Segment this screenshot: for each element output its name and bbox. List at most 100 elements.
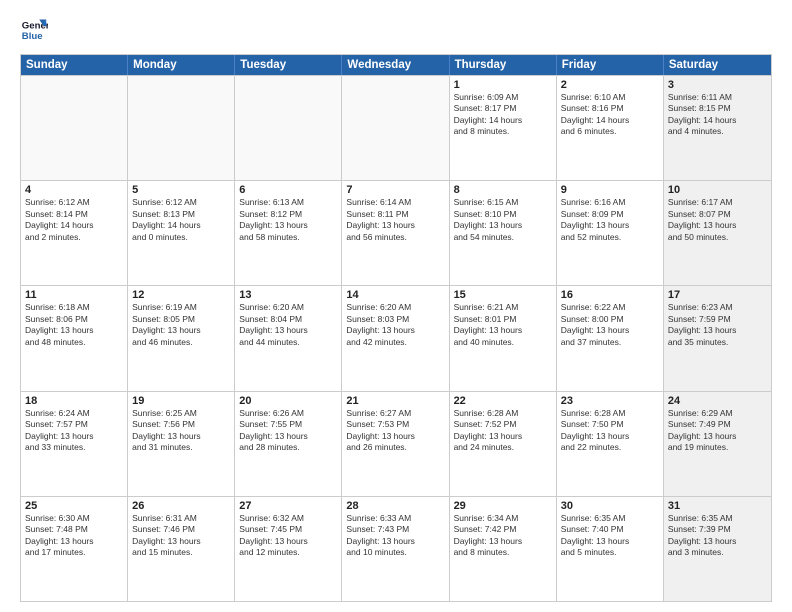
day-number: 6 [239, 184, 337, 196]
day-cell-13: 13Sunrise: 6:20 AM Sunset: 8:04 PM Dayli… [235, 286, 342, 390]
day-cell-7: 7Sunrise: 6:14 AM Sunset: 8:11 PM Daylig… [342, 181, 449, 285]
day-number: 17 [668, 289, 767, 301]
empty-cell [342, 76, 449, 180]
empty-cell [128, 76, 235, 180]
day-header-wednesday: Wednesday [342, 55, 449, 75]
day-number: 4 [25, 184, 123, 196]
svg-text:Blue: Blue [22, 31, 43, 42]
calendar: SundayMondayTuesdayWednesdayThursdayFrid… [20, 54, 772, 602]
day-number: 9 [561, 184, 659, 196]
day-header-sunday: Sunday [21, 55, 128, 75]
day-info: Sunrise: 6:26 AM Sunset: 7:55 PM Dayligh… [239, 408, 337, 454]
day-number: 7 [346, 184, 444, 196]
day-info: Sunrise: 6:19 AM Sunset: 8:05 PM Dayligh… [132, 302, 230, 348]
day-info: Sunrise: 6:20 AM Sunset: 8:03 PM Dayligh… [346, 302, 444, 348]
day-cell-19: 19Sunrise: 6:25 AM Sunset: 7:56 PM Dayli… [128, 392, 235, 496]
header: General Blue [20, 16, 772, 44]
day-info: Sunrise: 6:27 AM Sunset: 7:53 PM Dayligh… [346, 408, 444, 454]
day-info: Sunrise: 6:22 AM Sunset: 8:00 PM Dayligh… [561, 302, 659, 348]
day-number: 25 [25, 500, 123, 512]
logo: General Blue [20, 16, 52, 44]
empty-cell [235, 76, 342, 180]
day-info: Sunrise: 6:24 AM Sunset: 7:57 PM Dayligh… [25, 408, 123, 454]
day-number: 8 [454, 184, 552, 196]
day-cell-20: 20Sunrise: 6:26 AM Sunset: 7:55 PM Dayli… [235, 392, 342, 496]
day-cell-22: 22Sunrise: 6:28 AM Sunset: 7:52 PM Dayli… [450, 392, 557, 496]
day-number: 15 [454, 289, 552, 301]
empty-cell [21, 76, 128, 180]
day-cell-23: 23Sunrise: 6:28 AM Sunset: 7:50 PM Dayli… [557, 392, 664, 496]
day-header-tuesday: Tuesday [235, 55, 342, 75]
day-number: 16 [561, 289, 659, 301]
day-info: Sunrise: 6:17 AM Sunset: 8:07 PM Dayligh… [668, 197, 767, 243]
day-number: 1 [454, 79, 552, 91]
day-number: 11 [25, 289, 123, 301]
day-info: Sunrise: 6:28 AM Sunset: 7:52 PM Dayligh… [454, 408, 552, 454]
day-cell-1: 1Sunrise: 6:09 AM Sunset: 8:17 PM Daylig… [450, 76, 557, 180]
week-row-2: 4Sunrise: 6:12 AM Sunset: 8:14 PM Daylig… [21, 180, 771, 285]
day-number: 28 [346, 500, 444, 512]
day-cell-14: 14Sunrise: 6:20 AM Sunset: 8:03 PM Dayli… [342, 286, 449, 390]
day-number: 20 [239, 395, 337, 407]
day-info: Sunrise: 6:12 AM Sunset: 8:13 PM Dayligh… [132, 197, 230, 243]
day-cell-25: 25Sunrise: 6:30 AM Sunset: 7:48 PM Dayli… [21, 497, 128, 601]
day-info: Sunrise: 6:25 AM Sunset: 7:56 PM Dayligh… [132, 408, 230, 454]
day-info: Sunrise: 6:10 AM Sunset: 8:16 PM Dayligh… [561, 92, 659, 138]
day-number: 24 [668, 395, 767, 407]
day-cell-29: 29Sunrise: 6:34 AM Sunset: 7:42 PM Dayli… [450, 497, 557, 601]
day-cell-6: 6Sunrise: 6:13 AM Sunset: 8:12 PM Daylig… [235, 181, 342, 285]
day-cell-8: 8Sunrise: 6:15 AM Sunset: 8:10 PM Daylig… [450, 181, 557, 285]
day-cell-5: 5Sunrise: 6:12 AM Sunset: 8:13 PM Daylig… [128, 181, 235, 285]
day-info: Sunrise: 6:13 AM Sunset: 8:12 PM Dayligh… [239, 197, 337, 243]
week-row-1: 1Sunrise: 6:09 AM Sunset: 8:17 PM Daylig… [21, 75, 771, 180]
day-info: Sunrise: 6:15 AM Sunset: 8:10 PM Dayligh… [454, 197, 552, 243]
day-number: 13 [239, 289, 337, 301]
day-info: Sunrise: 6:16 AM Sunset: 8:09 PM Dayligh… [561, 197, 659, 243]
day-number: 18 [25, 395, 123, 407]
day-number: 14 [346, 289, 444, 301]
day-cell-30: 30Sunrise: 6:35 AM Sunset: 7:40 PM Dayli… [557, 497, 664, 601]
day-info: Sunrise: 6:30 AM Sunset: 7:48 PM Dayligh… [25, 513, 123, 559]
day-number: 3 [668, 79, 767, 91]
day-info: Sunrise: 6:23 AM Sunset: 7:59 PM Dayligh… [668, 302, 767, 348]
day-number: 21 [346, 395, 444, 407]
day-info: Sunrise: 6:29 AM Sunset: 7:49 PM Dayligh… [668, 408, 767, 454]
day-number: 26 [132, 500, 230, 512]
day-cell-10: 10Sunrise: 6:17 AM Sunset: 8:07 PM Dayli… [664, 181, 771, 285]
day-number: 29 [454, 500, 552, 512]
day-number: 10 [668, 184, 767, 196]
day-info: Sunrise: 6:20 AM Sunset: 8:04 PM Dayligh… [239, 302, 337, 348]
day-cell-16: 16Sunrise: 6:22 AM Sunset: 8:00 PM Dayli… [557, 286, 664, 390]
day-cell-21: 21Sunrise: 6:27 AM Sunset: 7:53 PM Dayli… [342, 392, 449, 496]
day-info: Sunrise: 6:34 AM Sunset: 7:42 PM Dayligh… [454, 513, 552, 559]
day-number: 30 [561, 500, 659, 512]
day-header-thursday: Thursday [450, 55, 557, 75]
day-info: Sunrise: 6:11 AM Sunset: 8:15 PM Dayligh… [668, 92, 767, 138]
week-row-3: 11Sunrise: 6:18 AM Sunset: 8:06 PM Dayli… [21, 285, 771, 390]
day-info: Sunrise: 6:14 AM Sunset: 8:11 PM Dayligh… [346, 197, 444, 243]
day-cell-11: 11Sunrise: 6:18 AM Sunset: 8:06 PM Dayli… [21, 286, 128, 390]
week-row-4: 18Sunrise: 6:24 AM Sunset: 7:57 PM Dayli… [21, 391, 771, 496]
day-cell-9: 9Sunrise: 6:16 AM Sunset: 8:09 PM Daylig… [557, 181, 664, 285]
day-cell-4: 4Sunrise: 6:12 AM Sunset: 8:14 PM Daylig… [21, 181, 128, 285]
day-number: 19 [132, 395, 230, 407]
day-info: Sunrise: 6:35 AM Sunset: 7:40 PM Dayligh… [561, 513, 659, 559]
day-header-friday: Friday [557, 55, 664, 75]
day-info: Sunrise: 6:21 AM Sunset: 8:01 PM Dayligh… [454, 302, 552, 348]
day-number: 27 [239, 500, 337, 512]
day-info: Sunrise: 6:18 AM Sunset: 8:06 PM Dayligh… [25, 302, 123, 348]
day-cell-31: 31Sunrise: 6:35 AM Sunset: 7:39 PM Dayli… [664, 497, 771, 601]
day-cell-18: 18Sunrise: 6:24 AM Sunset: 7:57 PM Dayli… [21, 392, 128, 496]
day-info: Sunrise: 6:32 AM Sunset: 7:45 PM Dayligh… [239, 513, 337, 559]
day-cell-3: 3Sunrise: 6:11 AM Sunset: 8:15 PM Daylig… [664, 76, 771, 180]
day-number: 31 [668, 500, 767, 512]
day-number: 5 [132, 184, 230, 196]
week-row-5: 25Sunrise: 6:30 AM Sunset: 7:48 PM Dayli… [21, 496, 771, 601]
day-cell-2: 2Sunrise: 6:10 AM Sunset: 8:16 PM Daylig… [557, 76, 664, 180]
day-cell-15: 15Sunrise: 6:21 AM Sunset: 8:01 PM Dayli… [450, 286, 557, 390]
day-info: Sunrise: 6:35 AM Sunset: 7:39 PM Dayligh… [668, 513, 767, 559]
calendar-header: SundayMondayTuesdayWednesdayThursdayFrid… [21, 55, 771, 75]
logo-icon: General Blue [20, 16, 48, 44]
day-header-monday: Monday [128, 55, 235, 75]
day-number: 22 [454, 395, 552, 407]
